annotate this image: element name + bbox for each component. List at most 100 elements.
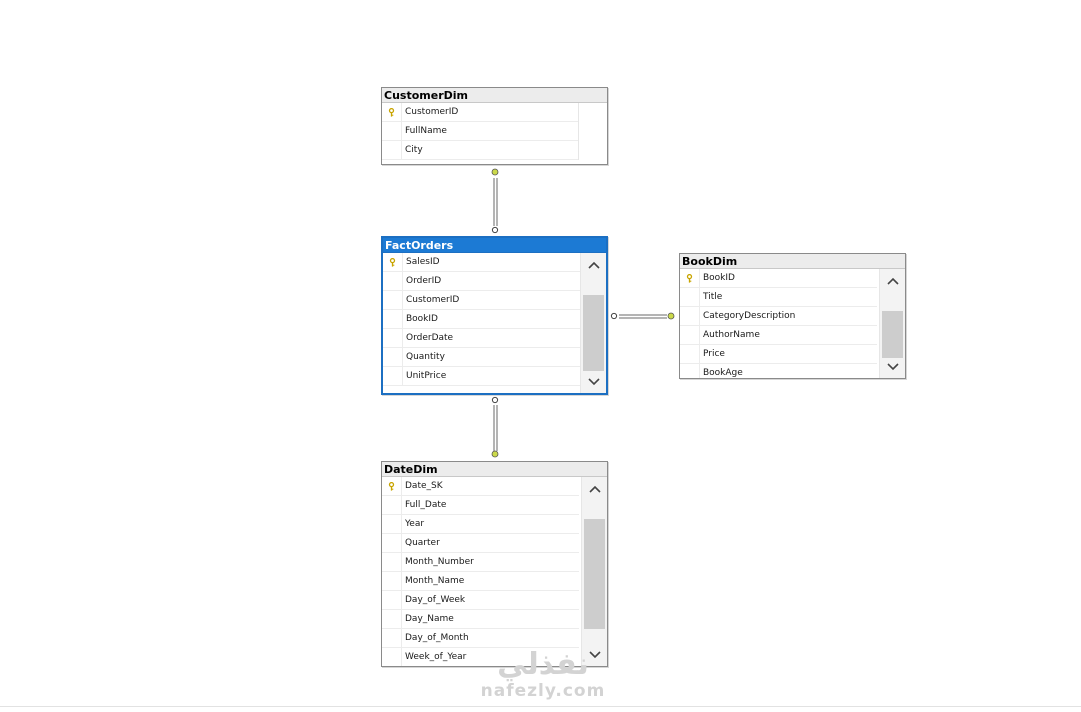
column-name: CustomerID [405, 107, 459, 117]
column-row[interactable]: Quantity [383, 348, 580, 367]
row-selector[interactable] [382, 141, 402, 159]
column-row[interactable]: SalesID [383, 253, 580, 272]
column-row[interactable]: Month_Name [382, 572, 579, 591]
column-name: Quarter [405, 538, 440, 548]
column-row[interactable]: Month_Number [382, 553, 579, 572]
column-row[interactable]: BookID [383, 310, 580, 329]
row-selector[interactable] [680, 345, 700, 363]
column-row[interactable]: Day_Name [382, 610, 579, 629]
key-icon [686, 273, 693, 283]
row-selector[interactable] [382, 122, 402, 140]
column-row[interactable]: CustomerID [383, 291, 580, 310]
key-icon [389, 257, 396, 267]
scroll-thumb[interactable] [882, 311, 903, 358]
row-selector[interactable] [680, 269, 700, 287]
scrollbar[interactable] [879, 269, 905, 378]
row-selector[interactable] [383, 348, 403, 366]
row-selector[interactable] [382, 648, 402, 666]
column-row[interactable]: City [382, 141, 578, 160]
row-selector[interactable] [382, 515, 402, 533]
row-selector[interactable] [382, 591, 402, 609]
scrollbar[interactable] [580, 253, 606, 393]
scroll-up-button[interactable] [582, 477, 607, 501]
relationship-fact-customer[interactable] [491, 168, 499, 234]
scrollbar[interactable] [581, 477, 607, 666]
row-selector[interactable] [383, 329, 403, 347]
column-row[interactable]: BookAge [680, 364, 877, 378]
scroll-thumb[interactable] [584, 519, 605, 629]
key-end-marker [491, 168, 499, 176]
column-list: SalesID OrderID CustomerID BookID OrderDate Q… [383, 253, 580, 386]
scroll-down-button[interactable] [581, 369, 606, 393]
column-name: OrderDate [406, 333, 454, 343]
column-name: Day_of_Month [405, 633, 469, 643]
scroll-thumb[interactable] [583, 295, 604, 371]
scroll-up-button[interactable] [880, 269, 905, 293]
column-row[interactable]: Quarter [382, 534, 579, 553]
table-title[interactable]: DateDim [382, 462, 607, 477]
table-bookdim[interactable]: BookDim BookID Title CategoryDescription Au… [679, 253, 906, 379]
row-selector[interactable] [382, 610, 402, 628]
row-selector[interactable] [383, 253, 403, 271]
row-selector[interactable] [383, 310, 403, 328]
row-selector[interactable] [680, 364, 700, 378]
table-datedim[interactable]: DateDim Date_SK Full_Date Year Quarter Month… [381, 461, 608, 667]
key-end-marker [667, 312, 675, 320]
row-selector[interactable] [382, 629, 402, 647]
watermark-logo: نفذلي [497, 647, 589, 682]
row-selector[interactable] [382, 553, 402, 571]
column-row[interactable]: Day_of_Month [382, 629, 579, 648]
row-selector[interactable] [382, 572, 402, 590]
row-selector[interactable] [383, 291, 403, 309]
column-name: BookAge [703, 368, 743, 378]
column-name: BookID [406, 314, 438, 324]
row-selector[interactable] [680, 288, 700, 306]
column-name: FullName [405, 126, 447, 136]
column-row[interactable]: FullName [382, 122, 578, 141]
row-selector[interactable] [382, 103, 402, 121]
table-body: CustomerID FullName City [382, 103, 607, 164]
key-end-marker [491, 450, 499, 458]
row-selector[interactable] [680, 326, 700, 344]
table-title[interactable]: BookDim [680, 254, 905, 269]
column-row[interactable]: Full_Date [382, 496, 579, 515]
row-selector[interactable] [680, 307, 700, 325]
column-row[interactable]: UnitPrice [383, 367, 580, 386]
column-name: Year [405, 519, 425, 529]
diagram-canvas: CustomerDim CustomerID FullName City FactO… [0, 0, 1081, 712]
column-row[interactable]: Date_SK [382, 477, 579, 496]
infinity-end-marker [610, 312, 618, 320]
chevron-down-icon [587, 377, 600, 385]
column-name: AuthorName [703, 330, 760, 340]
table-factorders[interactable]: FactOrders SalesID OrderID CustomerID BookI… [381, 236, 608, 395]
row-selector[interactable] [382, 477, 402, 495]
column-row[interactable]: Day_of_Week [382, 591, 579, 610]
column-row[interactable]: Title [680, 288, 877, 307]
key-icon [388, 107, 395, 117]
column-name: SalesID [406, 257, 440, 267]
scroll-down-button[interactable] [880, 354, 905, 378]
scroll-up-button[interactable] [581, 253, 606, 277]
relationship-fact-book[interactable] [610, 312, 675, 320]
column-row[interactable]: Year [382, 515, 579, 534]
column-row[interactable]: Price [680, 345, 877, 364]
relationship-fact-date[interactable] [491, 396, 499, 458]
column-row[interactable]: CustomerID [382, 103, 578, 122]
column-name: Week_of_Year [405, 652, 467, 662]
table-customerdim[interactable]: CustomerDim CustomerID FullName City [381, 87, 608, 165]
row-selector[interactable] [383, 367, 403, 385]
column-row[interactable]: CategoryDescription [680, 307, 877, 326]
column-row[interactable]: AuthorName [680, 326, 877, 345]
column-row[interactable]: OrderDate [383, 329, 580, 348]
row-selector[interactable] [383, 272, 403, 290]
infinity-end-marker [491, 396, 499, 404]
table-title[interactable]: FactOrders [383, 238, 606, 253]
column-row[interactable]: OrderID [383, 272, 580, 291]
chevron-up-icon [587, 261, 600, 269]
row-selector[interactable] [382, 534, 402, 552]
column-name: City [405, 145, 423, 155]
column-row[interactable]: BookID [680, 269, 877, 288]
column-name: Month_Name [405, 576, 465, 586]
table-title[interactable]: CustomerDim [382, 88, 607, 103]
row-selector[interactable] [382, 496, 402, 514]
